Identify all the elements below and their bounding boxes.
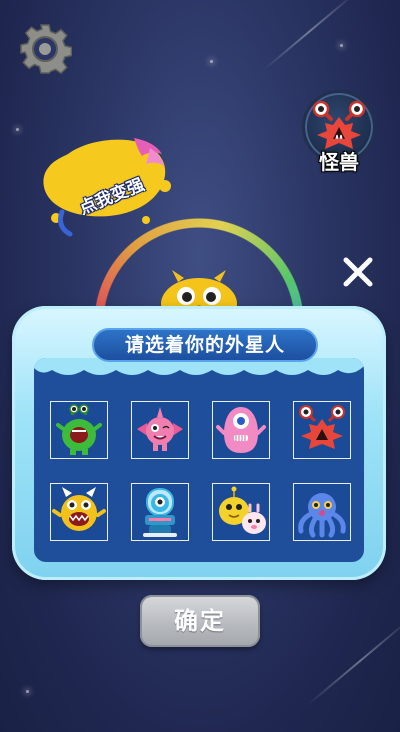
alien-option-yellow-horned[interactable] [50, 483, 108, 541]
sparkle [26, 690, 29, 693]
pink-dragon-icon [137, 407, 183, 451]
alien-option-pink-dragon[interactable] [131, 401, 189, 459]
dialog-title: 请选着你的外星人 [92, 328, 318, 362]
light-streak [263, 0, 357, 71]
yellow-pair-icon [219, 486, 266, 534]
alien-select-dialog: 请选着你的外星人 [12, 306, 386, 580]
red-monster-icon [299, 405, 345, 449]
close-icon [343, 257, 373, 287]
close-button[interactable] [340, 254, 376, 290]
green-alien-icon [56, 404, 102, 455]
monster-button[interactable]: 怪兽 [300, 90, 378, 180]
alien-option-yellow-pair[interactable] [212, 483, 270, 541]
sparkle [16, 128, 19, 131]
sparkle [210, 60, 213, 63]
alien-option-red-monster[interactable] [293, 401, 351, 459]
alien-option-green-alien[interactable] [50, 401, 108, 459]
blue-octopus-icon [298, 493, 346, 538]
alien-option-blue-octopus[interactable] [293, 483, 351, 541]
confirm-button[interactable]: 确定 [140, 595, 260, 647]
gear-icon [20, 24, 73, 75]
sparkle [340, 44, 343, 47]
light-streak [305, 615, 400, 707]
yellow-horned-icon [52, 487, 106, 531]
pink-blob-icon [216, 407, 266, 453]
settings-button[interactable] [18, 22, 73, 76]
monster-label: 怪兽 [319, 150, 359, 174]
alien-option-blue-robot[interactable] [131, 483, 189, 541]
alien-option-pink-blob[interactable] [212, 401, 270, 459]
blue-robot-icon [143, 488, 177, 537]
